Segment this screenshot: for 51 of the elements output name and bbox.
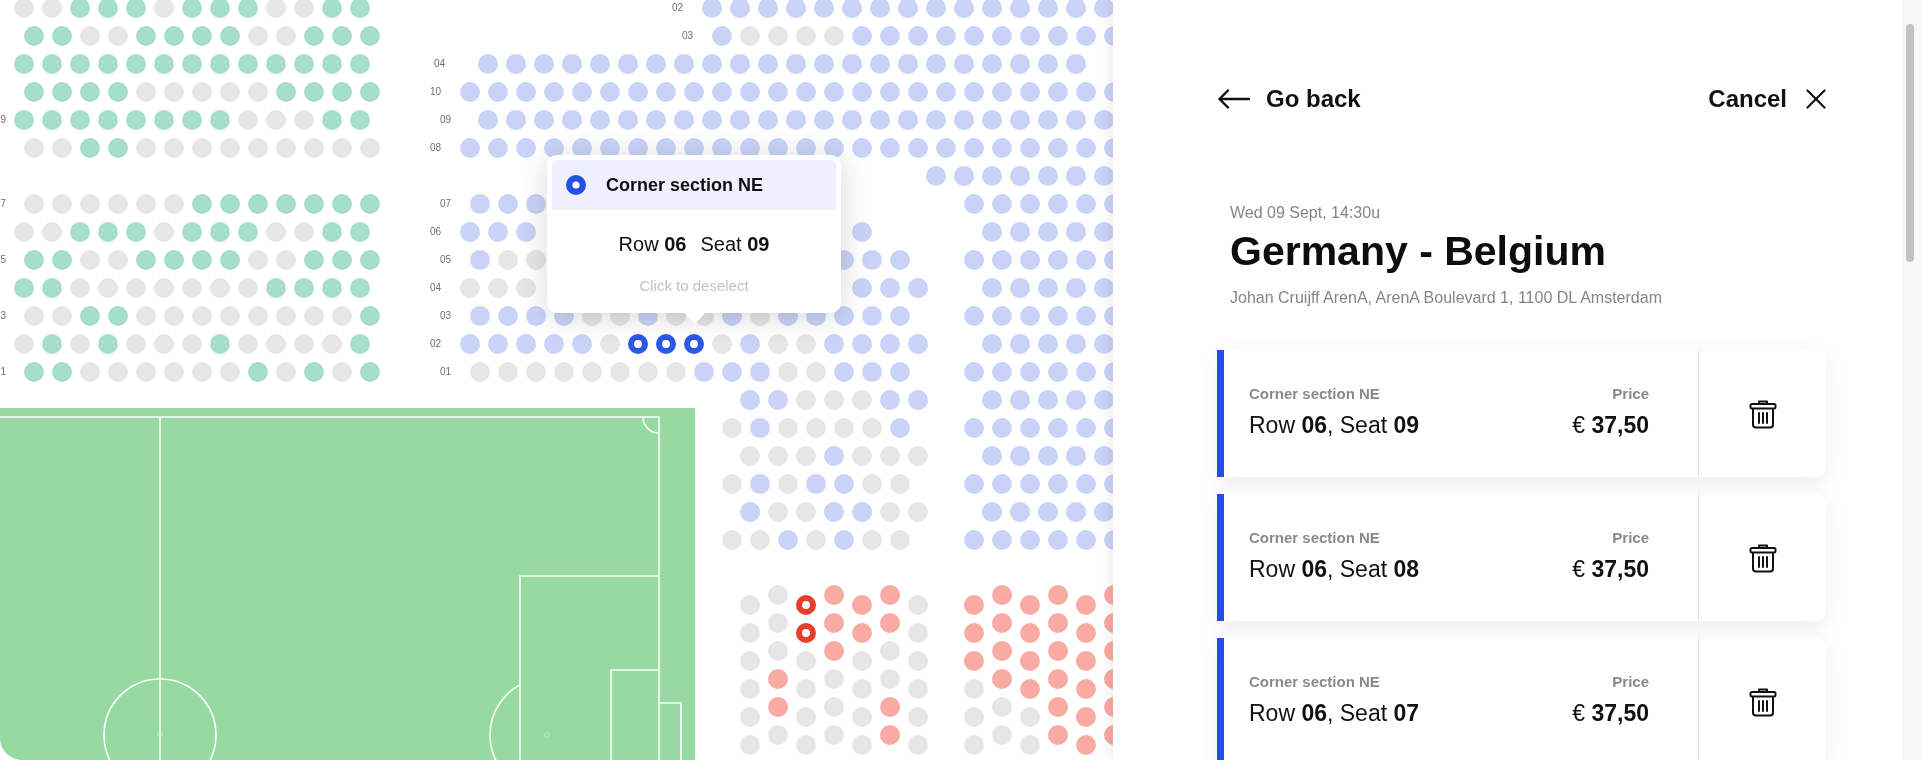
scrollbar[interactable]: [1906, 24, 1914, 262]
row-label: 05: [439, 253, 451, 267]
trash-icon: [1748, 542, 1777, 573]
price-value: € 37,50: [1572, 555, 1649, 583]
row-label: 7: [0, 197, 6, 211]
row-label: 06: [429, 225, 441, 239]
row-label: 9: [0, 113, 6, 127]
go-back-button[interactable]: Go back: [1217, 85, 1361, 113]
seat-label: Row 06, Seat 09: [1249, 411, 1420, 439]
price-label: Price: [1612, 672, 1649, 692]
price-label: Price: [1612, 384, 1649, 404]
row-label: 02: [671, 1, 683, 15]
row-label: 03: [439, 309, 451, 323]
row-label: 01: [439, 365, 451, 379]
row-label: 5: [0, 253, 6, 267]
section-title: Corner section NE: [606, 174, 764, 197]
selected-seat-icon[interactable]: [656, 334, 676, 354]
price-value: € 37,50: [1572, 411, 1649, 439]
row-label: 1: [0, 365, 6, 379]
seat-label: Row 06, Seat 07: [1249, 699, 1420, 727]
row-label: 10: [429, 85, 441, 99]
deselect-hint: Click to deselect: [639, 276, 749, 296]
close-icon: [1806, 89, 1826, 109]
section-label: Corner section NE: [1249, 384, 1381, 404]
trash-icon: [1748, 686, 1777, 717]
venue-address: Johan Cruijff ArenA, ArenA Boulevard 1, 1100 DL Amsterdam: [1230, 288, 1663, 308]
section-label: Corner section NE: [1249, 672, 1381, 692]
row-label: 03: [681, 29, 693, 43]
row-number: Row 06: [618, 232, 687, 257]
selected-seat-icon[interactable]: [796, 623, 816, 643]
row-label: 04: [433, 57, 445, 71]
selected-seat-icon[interactable]: [628, 334, 648, 354]
seat-label: Row 06, Seat 08: [1249, 555, 1420, 583]
row-label: 3: [0, 309, 6, 323]
section-label: Corner section NE: [1249, 528, 1381, 548]
event-title: Germany - Belgium: [1230, 227, 1607, 275]
row-label: 02: [429, 337, 441, 351]
arrow-left-icon: [1217, 89, 1250, 109]
price-value: € 37,50: [1572, 699, 1649, 727]
row-label: 08: [429, 141, 441, 155]
seat-number: Seat 09: [700, 232, 770, 257]
row-label: 09: [439, 113, 451, 127]
price-label: Price: [1612, 528, 1649, 548]
row-label: 07: [439, 197, 451, 211]
trash-icon: [1748, 398, 1777, 429]
selected-seat-icon[interactable]: [684, 334, 704, 354]
cancel-button[interactable]: Cancel: [1708, 85, 1826, 113]
selected-seat-icon[interactable]: [796, 595, 816, 615]
selected-seat-icon: [566, 175, 586, 195]
event-date: Wed 09 Sept, 14:30u: [1230, 203, 1382, 223]
row-label: 04: [429, 281, 441, 295]
